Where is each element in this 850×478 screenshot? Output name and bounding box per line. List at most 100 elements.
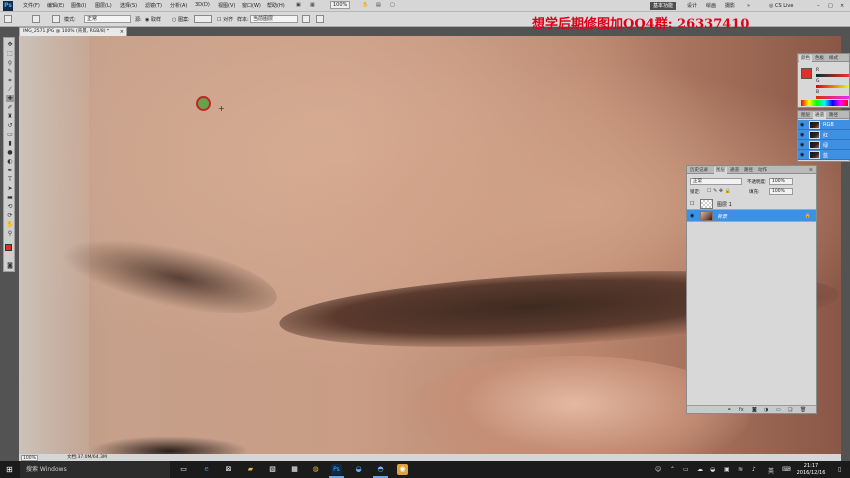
layer-row[interactable]: ☐ 图层 1 xyxy=(687,198,816,210)
aligned-checkbox[interactable]: ☐ 对齐 xyxy=(217,16,233,23)
blue-slider[interactable] xyxy=(816,96,849,99)
tray-expand-icon[interactable]: ⌃ xyxy=(670,466,675,473)
tab-layers[interactable]: 图层 xyxy=(714,167,727,174)
source-pattern-radio[interactable]: ○ 图案: xyxy=(172,16,190,23)
tab-color[interactable]: 颜色 xyxy=(799,55,812,62)
path-select-tool-icon[interactable]: ➤ xyxy=(6,185,14,192)
healing-brush-tool-icon[interactable]: ✚ xyxy=(6,95,14,102)
zoom-tool-icon[interactable]: ⚲ xyxy=(6,230,14,237)
foreground-color-swatch[interactable] xyxy=(5,244,12,251)
workspace-more-button[interactable]: » xyxy=(744,2,753,10)
tab-paths-mini[interactable]: 路径 xyxy=(827,112,840,119)
fx-icon[interactable]: fx xyxy=(739,407,744,413)
eraser-tool-icon[interactable]: ▭ xyxy=(6,131,14,138)
mode-select[interactable]: 正常 xyxy=(84,15,131,23)
qq-icon[interactable]: ◒ xyxy=(353,464,364,475)
menu-edit[interactable]: 编辑(E) xyxy=(47,2,64,9)
network-icon[interactable]: ▭ xyxy=(683,466,689,473)
crop-tool-icon[interactable]: ⌗ xyxy=(6,77,14,84)
screen-mode-icon[interactable]: ▢ xyxy=(390,2,395,8)
tray-app-icon[interactable]: ▣ xyxy=(724,466,730,473)
channel-row-rgb[interactable]: ◉ RGB xyxy=(798,120,850,130)
chrome-icon[interactable]: ◍ xyxy=(310,464,321,475)
tab-channels-mini[interactable]: 通道 xyxy=(813,112,826,119)
taskbar-search[interactable]: 搜索 Windows xyxy=(20,461,170,478)
menu-layer[interactable]: 图层(L) xyxy=(95,2,112,9)
layer-name[interactable]: 背景 xyxy=(717,213,727,220)
toggle-clone-source-icon[interactable] xyxy=(52,15,60,23)
tab-actions[interactable]: 动作 xyxy=(756,167,769,174)
tab-styles[interactable]: 样式 xyxy=(827,55,840,62)
app-icon[interactable]: ▦ xyxy=(289,464,300,475)
menu-view[interactable]: 视图(V) xyxy=(218,2,235,9)
tab-layers-mini[interactable]: 图层 xyxy=(799,112,812,119)
eye-icon[interactable]: ◉ xyxy=(800,122,804,128)
app-icon[interactable]: ▧ xyxy=(267,464,278,475)
task-view-icon[interactable]: ▭ xyxy=(178,464,189,475)
lasso-tool-icon[interactable]: ϙ xyxy=(6,59,14,66)
menu-file[interactable]: 文件(F) xyxy=(23,2,40,9)
menu-select[interactable]: 选择(S) xyxy=(120,2,137,9)
photoshop-taskbar-icon[interactable]: Ps xyxy=(329,464,344,478)
eye-icon[interactable]: ◉ xyxy=(800,152,804,158)
adjustment-icon[interactable]: ◑ xyxy=(764,407,768,413)
eye-icon[interactable]: ◉ xyxy=(800,132,804,138)
shape-tool-icon[interactable]: ▬ xyxy=(6,194,14,201)
red-slider[interactable] xyxy=(816,74,849,77)
cs-live-button[interactable]: ◎ CS Live xyxy=(766,2,796,10)
blend-mode-select[interactable]: 正常 xyxy=(690,178,742,185)
blur-tool-icon[interactable]: ● xyxy=(6,149,14,156)
document-tab[interactable]: IMG_2571.JPG @ 100% (背景, RGB/8) * × xyxy=(19,27,127,36)
keyboard-icon[interactable]: ⌨ xyxy=(782,466,791,473)
mask-icon[interactable]: ◙ xyxy=(752,407,757,413)
lock-icons[interactable]: ☐ ✎ ✥ 🔒 xyxy=(707,188,731,194)
taskbar-clock[interactable]: 21:17 2016/12/16 xyxy=(796,463,826,476)
source-sampled-radio[interactable]: ◉ 取样 xyxy=(145,16,161,23)
notification-icon[interactable]: ▯ xyxy=(838,466,841,473)
store-icon[interactable]: ⊠ xyxy=(223,464,234,475)
healing-brush-tool-preset-icon[interactable] xyxy=(4,15,12,23)
maximize-button[interactable]: □ xyxy=(825,2,836,10)
hand-icon[interactable]: ✋ xyxy=(362,2,368,8)
quick-select-tool-icon[interactable]: ✎ xyxy=(6,68,14,75)
explorer-icon[interactable]: ▰ xyxy=(245,464,256,475)
3d-orbit-tool-icon[interactable]: ⟳ xyxy=(6,212,14,219)
ignore-adjustment-layers-icon[interactable] xyxy=(302,15,310,23)
minimize-button[interactable]: – xyxy=(814,2,823,10)
pattern-picker[interactable] xyxy=(194,15,212,23)
type-tool-icon[interactable]: T xyxy=(6,176,14,183)
tab-paths[interactable]: 路径 xyxy=(742,167,755,174)
workspace-essentials[interactable]: 基本功能 xyxy=(650,2,677,10)
frame-icon[interactable]: ▦ xyxy=(310,2,315,8)
eye-hidden-icon[interactable]: ☐ xyxy=(690,201,694,207)
history-brush-tool-icon[interactable]: ↺ xyxy=(6,122,14,129)
brush-picker-icon[interactable] xyxy=(32,15,40,23)
menu-help[interactable]: 帮助(H) xyxy=(267,2,285,9)
pen-tool-icon[interactable]: ✒ xyxy=(6,167,14,174)
workspace-design[interactable]: 设计 xyxy=(684,2,700,10)
color-panel-foreground-swatch[interactable] xyxy=(801,68,812,79)
opacity-field[interactable]: 100% xyxy=(769,178,793,185)
menu-filter[interactable]: 滤镜(T) xyxy=(145,2,162,9)
channel-row-red[interactable]: ◉ 红 xyxy=(798,130,850,140)
browser-icon[interactable]: ◓ xyxy=(373,464,388,478)
eye-icon[interactable]: ◉ xyxy=(690,213,694,219)
quick-mask-icon[interactable]: ◙ xyxy=(6,262,14,269)
fill-field[interactable]: 100% xyxy=(769,188,793,195)
3d-rotate-tool-icon[interactable]: ⟲ xyxy=(6,203,14,210)
wifi-icon[interactable]: ≋ xyxy=(738,466,743,473)
tab-history[interactable]: 历史记录 xyxy=(688,167,710,174)
clone-stamp-tool-icon[interactable]: ♜ xyxy=(6,113,14,120)
eyedropper-tool-icon[interactable]: ⁄ xyxy=(6,86,14,93)
workspace-painting[interactable]: 绘画 xyxy=(703,2,719,10)
link-icon[interactable]: ⚭ xyxy=(727,407,731,413)
input-language[interactable]: 英 xyxy=(768,466,774,475)
gradient-tool-icon[interactable]: ▮ xyxy=(6,140,14,147)
tablet-pressure-icon[interactable] xyxy=(316,15,324,23)
trash-icon[interactable]: 🗑 xyxy=(800,407,806,413)
menu-analysis[interactable]: 分析(A) xyxy=(170,2,187,9)
green-slider[interactable] xyxy=(816,85,849,88)
tab-swatches[interactable]: 色板 xyxy=(813,55,826,62)
windows-start-icon[interactable]: ⊞ xyxy=(6,465,15,474)
people-icon[interactable]: ☺ xyxy=(655,466,661,473)
